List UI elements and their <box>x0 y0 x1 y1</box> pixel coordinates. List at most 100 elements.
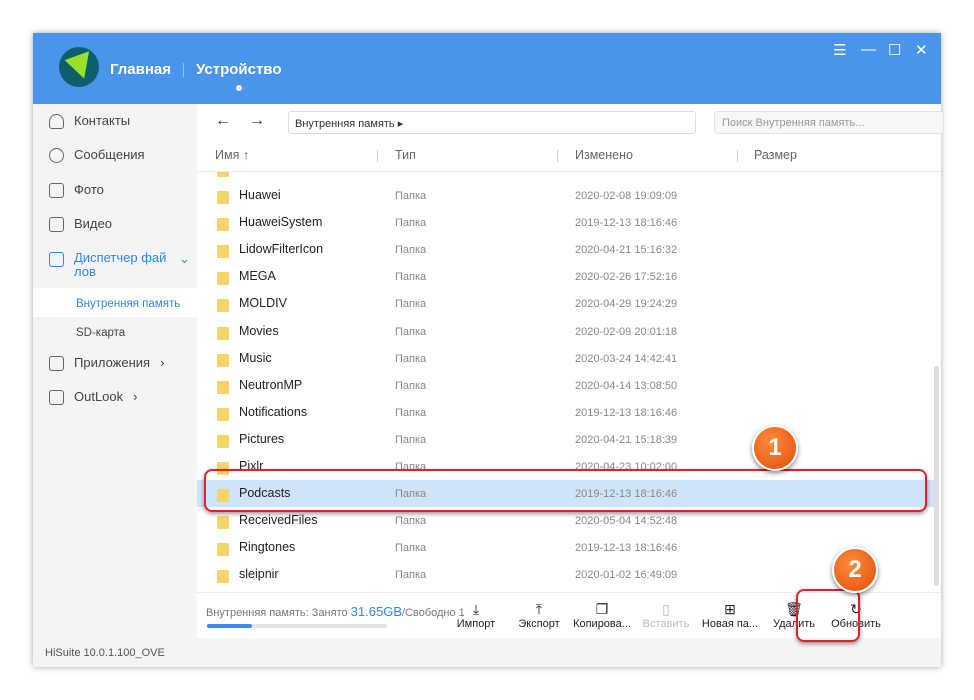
file-name: Music <box>239 350 272 365</box>
file-row[interactable]: MEGA Папка 2020-02-26 17:52:16 <box>197 263 934 290</box>
col-modified[interactable]: Изменено <box>575 148 633 162</box>
file-row[interactable]: MOLDIV Папка 2020-04-29 19:24:29 <box>197 290 934 317</box>
action-label: Экспорт <box>518 618 560 630</box>
action-label: Копирова... <box>573 618 631 630</box>
sidebar-subitem-sd[interactable]: SD-карта <box>33 317 197 346</box>
col-size[interactable]: Размер <box>754 148 797 162</box>
maximize-icon[interactable]: ☐ <box>888 41 901 59</box>
scrollbar[interactable] <box>934 366 939 586</box>
sidebar-item-photo[interactable]: Фото <box>49 182 104 198</box>
sidebar-subitem-internal[interactable]: Внутренняя память <box>33 288 197 317</box>
sidebar: Контакты Сообщения Фото Видео Диспетчер … <box>33 104 197 638</box>
file-name: MEGA <box>239 269 276 284</box>
chevron-down-icon: ⌄ <box>179 251 190 266</box>
file-type: Папка <box>395 325 427 338</box>
file-name: Ringtones <box>239 540 296 555</box>
chevron-right-icon: › <box>133 389 138 404</box>
storage-bar <box>207 624 387 628</box>
photo-icon <box>49 183 64 198</box>
file-date: 2020-02-26 17:52:16 <box>575 271 678 284</box>
col-type[interactable]: Тип <box>395 148 416 162</box>
file-date: 2019-12-13 18:16:46 <box>575 406 678 419</box>
folder-icon <box>217 380 229 394</box>
header: Главная Устройство ☰ — ☐ ✕ <box>33 33 941 104</box>
file-type: Папка <box>395 379 427 392</box>
file-name: LidowFilterIcon <box>239 242 324 257</box>
storage-info: Внутренняя память: Занято 31.65GB/Свобод… <box>206 604 465 619</box>
file-name: Movies <box>239 323 279 338</box>
folder-icon <box>217 172 229 177</box>
file-row[interactable]: LidowFilterIcon Папка 2020-04-21 15:16:32 <box>197 236 934 263</box>
chevron-right-icon: › <box>160 355 165 370</box>
sidebar-label: Приложения <box>74 355 151 370</box>
file-row[interactable]: NeutronMP Папка 2020-04-14 13:08:50 <box>197 372 934 399</box>
folder-icon <box>217 543 229 557</box>
folder-icon <box>217 272 229 286</box>
hisuite-window: Главная Устройство ☰ — ☐ ✕ Контакты Сооб… <box>33 33 944 667</box>
paste-icon: ▯ <box>662 601 670 617</box>
folder-icon <box>217 245 229 259</box>
active-nav-indicator <box>236 85 242 91</box>
action-label: Импорт <box>456 618 496 630</box>
sidebar-label: Видео <box>74 216 112 231</box>
annotation-badge-2: 2 <box>832 547 878 593</box>
nav-home[interactable]: Главная <box>110 61 171 78</box>
sidebar-label: Сообщения <box>74 147 145 162</box>
file-name: NeutronMP <box>239 377 303 392</box>
file-list: Huawei Папка 2020-02-08 19:09:09 HuaweiSyst… <box>197 172 934 596</box>
export-button[interactable]: ⤒ Экспорт <box>507 601 571 630</box>
file-row[interactable]: HuaweiSystem Папка 2019-12-13 18:16:46 <box>197 209 934 236</box>
menu-icon[interactable]: ☰ <box>833 41 846 59</box>
file-date: 2020-04-21 15:16:32 <box>575 244 678 257</box>
folder-icon <box>217 353 229 367</box>
sidebar-item-contacts[interactable]: Контакты <box>49 113 130 129</box>
file-type: Папка <box>395 352 427 365</box>
file-type: Папка <box>395 271 427 284</box>
file-name: Pictures <box>239 431 285 446</box>
file-type: Папка <box>395 433 427 446</box>
sidebar-item-messages[interactable]: Сообщения <box>49 147 145 163</box>
folder-icon <box>217 191 229 204</box>
sidebar-label: OutLook <box>74 389 124 404</box>
version-label: HiSuite 10.0.1.100_OVE <box>45 647 165 659</box>
file-date: 2020-02-09 20:01:18 <box>575 325 678 338</box>
import-icon: ⤓ <box>472 601 480 617</box>
forward-arrow-icon[interactable]: → <box>249 112 265 130</box>
nav-divider <box>183 63 184 77</box>
file-name: ReceivedFiles <box>239 513 318 528</box>
path-bar[interactable]: Внутренняя память ▸ <box>288 111 696 134</box>
folder-icon <box>217 326 229 340</box>
file-row[interactable]: sleipnir Папка 2020-01-02 16:49:09 <box>197 561 934 588</box>
import-button[interactable]: ⤓ Импорт <box>444 601 508 630</box>
minimize-icon[interactable]: — <box>861 41 876 58</box>
folder-icon <box>217 407 229 421</box>
file-row[interactable]: Movies Папка 2020-02-09 20:01:18 <box>197 318 934 345</box>
file-row[interactable]: Pictures Папка 2020-04-21 15:18:39 <box>197 426 934 453</box>
nav-device[interactable]: Устройство <box>196 61 282 78</box>
file-type: Папка <box>395 515 427 528</box>
new-folder-button[interactable]: ⊞ Новая па... <box>698 601 762 630</box>
col-name[interactable]: Имя ↑ <box>215 148 249 162</box>
file-row[interactable]: Notifications Папка 2019-12-13 18:16:46 <box>197 399 934 426</box>
mail-icon <box>49 390 64 405</box>
search-input[interactable]: Поиск Внутренняя память... <box>714 111 944 134</box>
back-arrow-icon[interactable]: ← <box>215 112 231 130</box>
file-date: 2020-05-04 14:52:48 <box>575 515 678 528</box>
file-row[interactable]: Music Папка 2020-03-24 14:42:41 <box>197 345 934 372</box>
file-type: Папка <box>395 190 427 202</box>
copy-button[interactable]: ❐ Копирова... <box>570 601 634 630</box>
apps-icon <box>49 356 64 371</box>
sidebar-item-video[interactable]: Видео <box>49 216 112 232</box>
close-icon[interactable]: ✕ <box>915 41 928 59</box>
sidebar-item-apps[interactable]: Приложения › <box>49 355 164 371</box>
file-row[interactable]: Huawei Папка 2020-02-08 19:09:09 <box>197 182 934 209</box>
folder-icon <box>217 218 229 232</box>
export-icon: ⤒ <box>535 601 543 617</box>
file-row[interactable]: Ringtones Папка 2019-12-13 18:16:46 <box>197 534 934 561</box>
sidebar-item-outlook[interactable]: OutLook › <box>49 389 138 405</box>
messages-icon <box>49 148 64 163</box>
file-type: Папка <box>395 406 427 419</box>
folder-icon <box>217 434 229 448</box>
sidebar-item-file-manager[interactable]: Диспетчер фай лов ⌄ <box>49 251 190 279</box>
folder-icon <box>217 570 229 584</box>
